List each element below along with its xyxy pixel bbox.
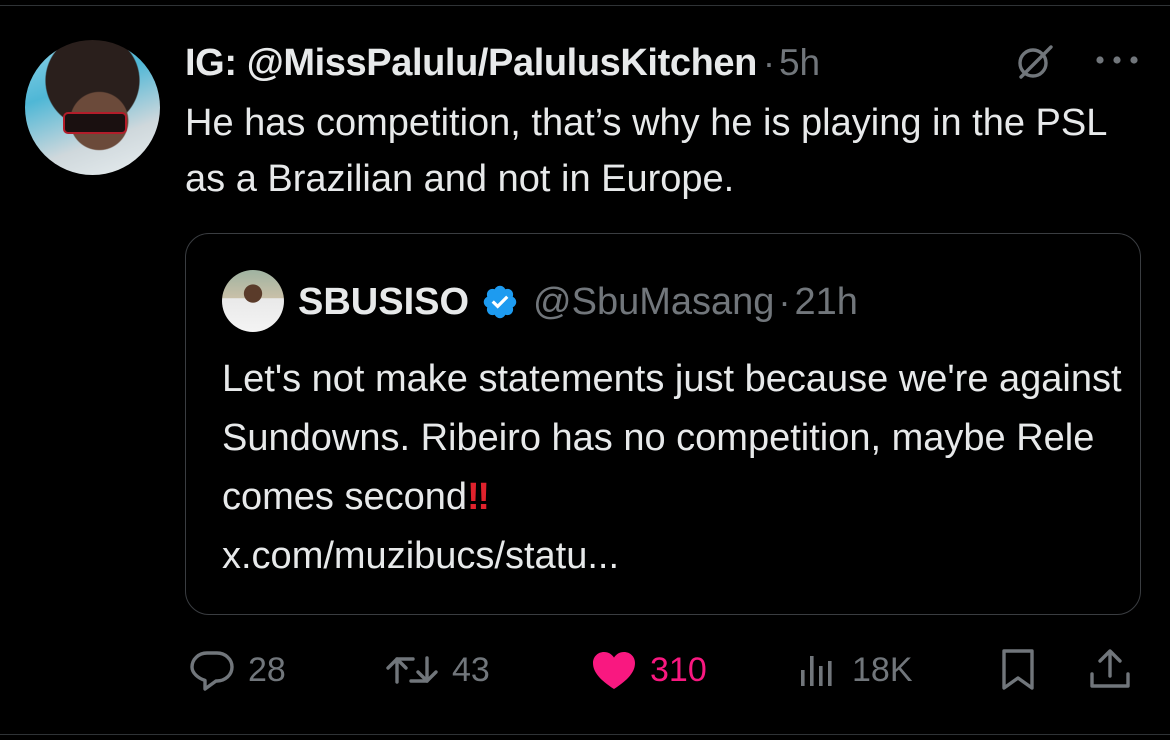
tweet-text: He has competition, that’s why he is pla… <box>185 102 1106 200</box>
header-separator: · <box>762 42 775 83</box>
quoted-tweet-text: Let's not make statements just because w… <box>222 358 1122 518</box>
tweet-time[interactable]: 5h <box>779 42 820 84</box>
quoted-tweet-header: SBUSISO @SbuMasang · 21h <box>298 274 858 330</box>
share-icon <box>1090 649 1130 688</box>
retweet-button[interactable]: 43 <box>384 630 490 710</box>
tweet-header: IG: @MissPalulu/PalulusKitchen · 5h <box>185 38 820 88</box>
grok-icon[interactable] <box>1012 42 1058 82</box>
views-button[interactable]: 18K <box>796 630 913 710</box>
verified-badge-icon <box>483 285 517 319</box>
retweet-count: 43 <box>452 650 490 689</box>
quoted-author-handle[interactable]: @SbuMasang <box>533 281 774 324</box>
sunglasses-detail <box>63 112 127 134</box>
author-avatar[interactable] <box>25 40 160 175</box>
views-count: 18K <box>852 650 913 689</box>
heart-icon <box>593 652 635 689</box>
author-name[interactable]: IG: @MissPalulu/PalulusKitchen <box>185 42 757 85</box>
reply-button[interactable]: 28 <box>188 630 286 710</box>
views-icon <box>801 656 832 686</box>
more-dots-icon[interactable] <box>1092 50 1142 70</box>
quoted-author-name[interactable]: SBUSISO <box>298 281 469 324</box>
reply-count: 28 <box>248 650 286 689</box>
action-bar: 28 43 310 18K <box>0 630 1170 710</box>
bottom-divider <box>0 734 1170 735</box>
quoted-tweet-link[interactable]: x.com/muzibucs/statu... <box>222 535 619 577</box>
like-button[interactable]: 310 <box>590 630 707 710</box>
quoted-header-separator: · <box>778 281 791 322</box>
like-count: 310 <box>650 650 707 689</box>
quoted-tweet-card[interactable]: SBUSISO @SbuMasang · 21h Let's not make … <box>185 233 1141 615</box>
retweet-icon <box>386 656 438 684</box>
quoted-tweet-body: Let's not make statements just because w… <box>222 350 1122 586</box>
quoted-tweet-time[interactable]: 21h <box>794 281 857 324</box>
top-divider <box>0 5 1170 6</box>
share-button[interactable] <box>1086 630 1134 710</box>
bookmark-button[interactable] <box>996 630 1040 710</box>
bookmark-icon <box>1002 649 1034 690</box>
quoted-author-avatar[interactable] <box>222 270 284 332</box>
reply-icon <box>190 651 234 691</box>
double-exclamation-emoji: ‼ <box>467 476 490 518</box>
